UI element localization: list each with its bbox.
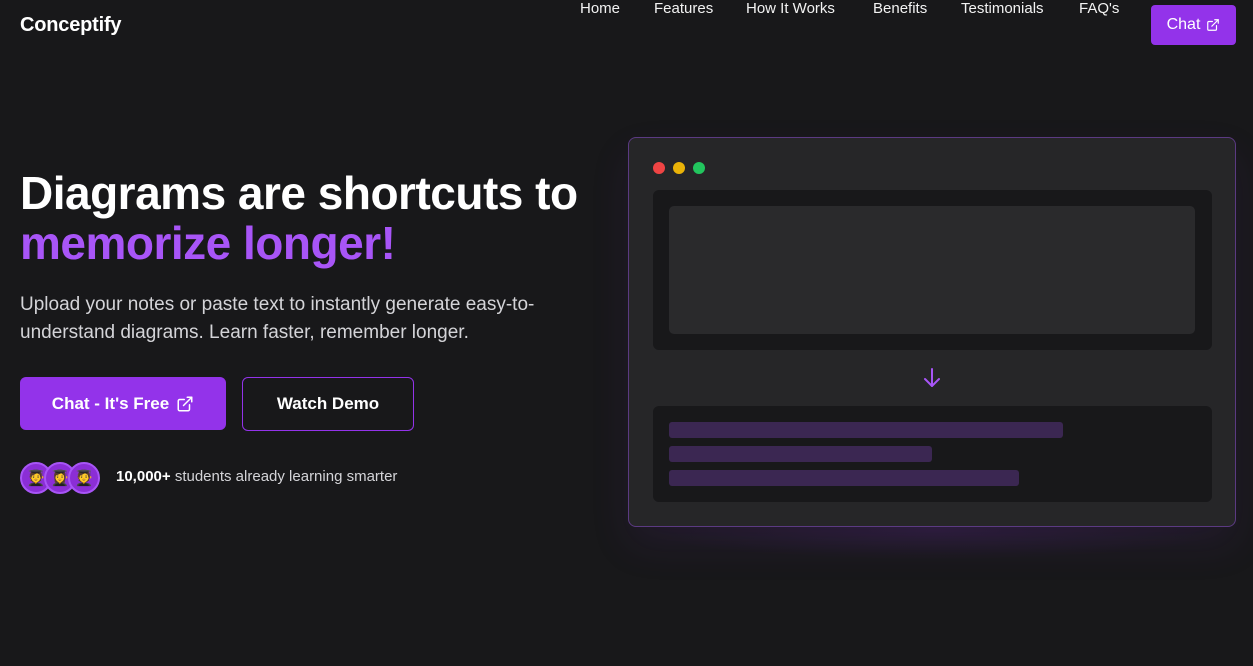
nav-link-testimonials[interactable]: Testimonials [961,0,1044,17]
nav-link-benefits[interactable]: Benefits [873,0,927,17]
nav-chat-label: Chat [1166,16,1201,33]
external-link-icon [1206,18,1220,32]
chat-free-label: Chat - It's Free [51,393,170,413]
preview-window [628,137,1236,527]
output-skeleton-line [669,422,1063,438]
student-count: 10,000+ [116,468,171,485]
watch-demo-label: Watch Demo [276,394,380,413]
hero-title: Diagrams are shortcuts to memorize longe… [20,168,620,268]
nav-link-home[interactable]: Home [580,0,620,17]
nav-chat-button[interactable]: Chat [1151,5,1236,45]
input-panel [653,190,1212,350]
social-proof: 🧑‍🎓 👩‍🎓 🧑‍🎓 10,000+ students already lea… [20,462,440,496]
hero-title-highlight: memorize longer! [20,217,396,269]
external-link-icon [176,395,194,413]
avatar-group: 🧑‍🎓 👩‍🎓 🧑‍🎓 [20,462,102,496]
window-minimize-dot [673,162,685,174]
window-close-dot [653,162,665,174]
social-proof-caption: students already learning smarter [174,468,398,485]
brand-logo[interactable]: Conceptify [20,14,122,37]
nav-link-how-it-works[interactable]: How It Works [746,0,835,17]
input-placeholder-area [669,206,1195,334]
social-proof-text: 10,000+ students already learning smarte… [116,468,397,485]
chat-free-button[interactable]: Chat - It's Free [20,377,226,430]
hero-title-line1: Diagrams are shortcuts to [20,167,578,219]
window-maximize-dot [693,162,705,174]
output-panel [653,406,1212,502]
output-skeleton-line [669,446,932,462]
hero-subtitle: Upload your notes or paste text to insta… [20,294,535,343]
watch-demo-button[interactable]: Watch Demo [242,377,414,431]
output-skeleton-line [669,470,1019,486]
nav-link-features[interactable]: Features [654,0,713,17]
nav-link-faqs[interactable]: FAQ's [1079,0,1119,17]
top-nav: Conceptify Home Features How It Works Be… [0,0,1253,52]
arrow-down-icon [921,366,943,390]
avatar: 🧑‍🎓 [68,462,100,494]
